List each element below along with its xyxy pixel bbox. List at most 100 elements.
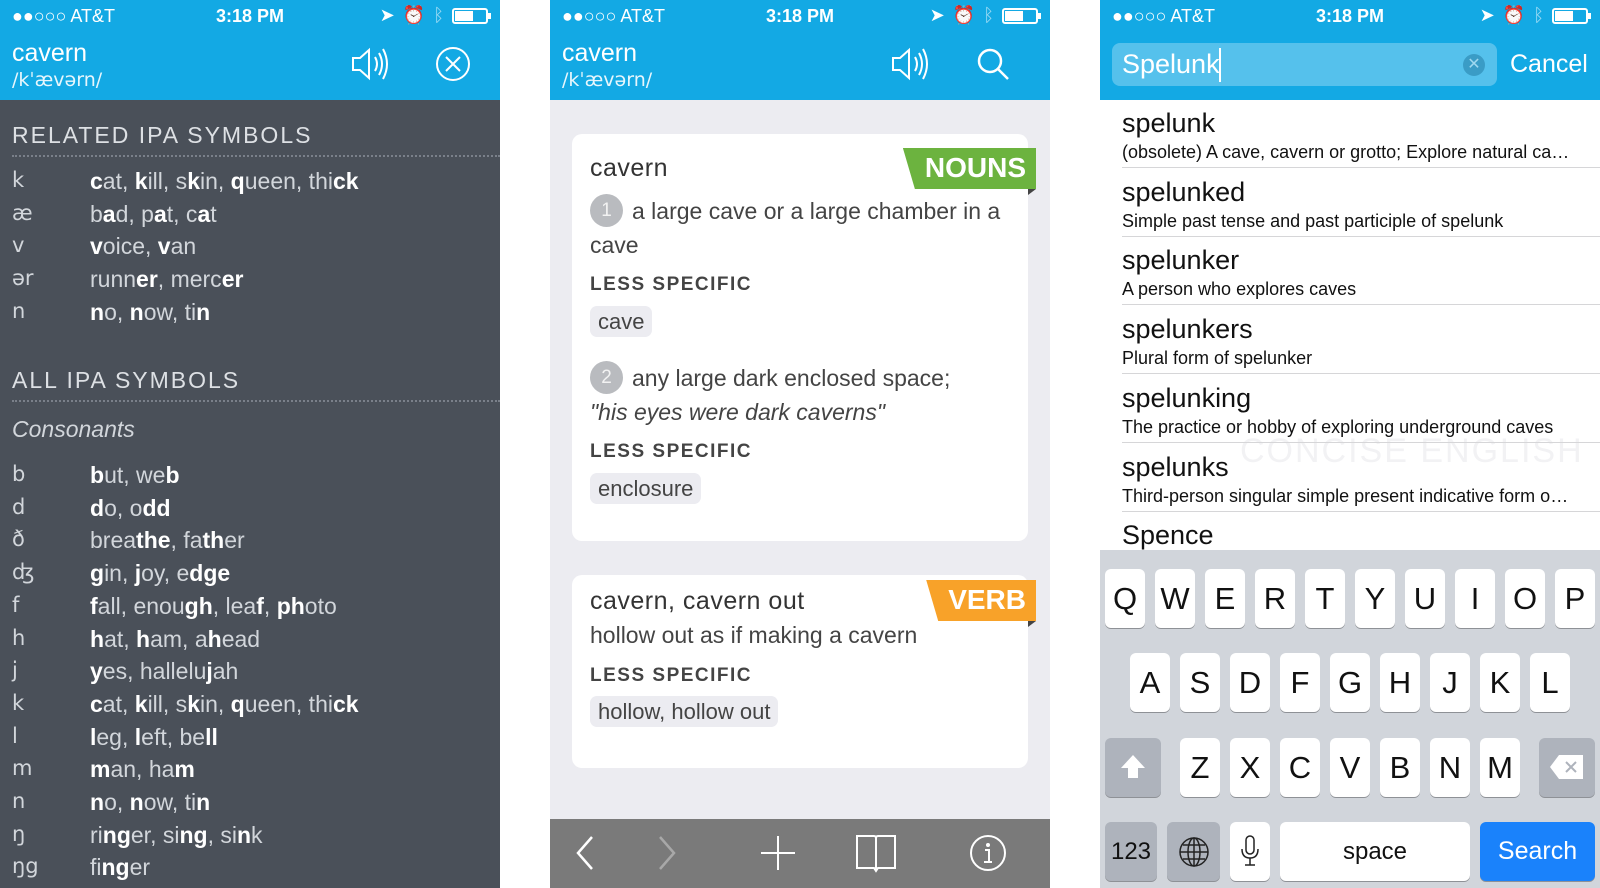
search-result[interactable]: spelunkers Plural form of spelunker bbox=[1122, 306, 1600, 375]
add-icon[interactable] bbox=[758, 833, 798, 873]
key-d[interactable]: D bbox=[1230, 653, 1270, 712]
search-result[interactable]: spelunk (obsolete) A cave, cavern or grot… bbox=[1122, 100, 1600, 168]
key-q[interactable]: Q bbox=[1105, 569, 1145, 628]
example-text: oice, bbox=[102, 233, 158, 260]
search-icon[interactable] bbox=[975, 46, 1011, 82]
key-k[interactable]: K bbox=[1480, 653, 1520, 712]
highlighted-letters: c bbox=[90, 690, 103, 717]
search-key[interactable]: Search bbox=[1480, 822, 1595, 881]
delete-key[interactable] bbox=[1539, 738, 1595, 797]
highlighted-letters: the bbox=[136, 527, 171, 554]
info-icon[interactable] bbox=[968, 833, 1008, 873]
key-n[interactable]: N bbox=[1430, 738, 1470, 797]
key-m[interactable]: M bbox=[1480, 738, 1520, 797]
battery-icon bbox=[1552, 7, 1591, 24]
pos-badge: VERB bbox=[926, 580, 1036, 621]
back-icon[interactable] bbox=[570, 833, 600, 873]
ipa-examples: breathe, father bbox=[90, 527, 245, 554]
key-r[interactable]: R bbox=[1255, 569, 1295, 628]
example-text: am, a bbox=[150, 625, 208, 652]
key-a[interactable]: A bbox=[1130, 653, 1170, 712]
key-v[interactable]: V bbox=[1330, 738, 1370, 797]
key-b[interactable]: B bbox=[1380, 738, 1420, 797]
example-text: o, bbox=[104, 298, 130, 325]
search-result[interactable]: spelunked Simple past tense and past part… bbox=[1122, 169, 1600, 237]
search-input[interactable] bbox=[1122, 47, 1452, 81]
forward-icon[interactable] bbox=[652, 833, 682, 873]
text-cursor bbox=[1219, 48, 1221, 82]
speaker-icon[interactable] bbox=[350, 46, 390, 82]
highlighted-letters: g bbox=[90, 560, 105, 587]
related-word-chip[interactable]: hollow, hollow out bbox=[590, 696, 779, 727]
cancel-button[interactable]: Cancel bbox=[1510, 50, 1588, 79]
numbers-key[interactable]: 123 bbox=[1105, 822, 1157, 881]
key-p[interactable]: P bbox=[1555, 569, 1595, 628]
key-y[interactable]: Y bbox=[1355, 569, 1395, 628]
key-o[interactable]: O bbox=[1505, 569, 1545, 628]
example-text: b bbox=[90, 200, 103, 227]
key-z[interactable]: Z bbox=[1180, 738, 1220, 797]
ipa-symbol: v bbox=[12, 233, 25, 258]
definition-text: any large dark enclosed space; bbox=[632, 365, 951, 391]
key-u[interactable]: U bbox=[1405, 569, 1445, 628]
search-result[interactable]: spelunker A person who explores caves bbox=[1122, 237, 1600, 306]
result-description: A person who explores caves bbox=[1122, 279, 1357, 300]
location-icon: ➤ bbox=[379, 5, 395, 25]
clear-icon[interactable]: ✕ bbox=[1463, 54, 1485, 76]
key-c[interactable]: C bbox=[1280, 738, 1320, 797]
example-text: eg, bbox=[96, 723, 135, 750]
key-g[interactable]: G bbox=[1330, 653, 1370, 712]
related-word-chip[interactable]: cave bbox=[590, 306, 653, 337]
highlighted-letters: a bbox=[197, 200, 211, 227]
location-icon: ➤ bbox=[1479, 5, 1495, 25]
key-i[interactable]: I bbox=[1455, 569, 1495, 628]
example-text: in, bbox=[104, 560, 135, 587]
highlighted-letters: h bbox=[90, 625, 105, 652]
ipa-symbol: ð bbox=[12, 527, 25, 552]
status-bar: ●●○○○ AT&T 3:18 PM ➤ ⏰ ᛒ bbox=[550, 0, 1050, 32]
key-e[interactable]: E bbox=[1205, 569, 1245, 628]
less-specific-label: LESS SPECIFIC bbox=[590, 274, 753, 295]
ipa-examples: cat, kill, skin, queen, thick bbox=[90, 168, 359, 195]
shift-key[interactable] bbox=[1105, 738, 1161, 797]
location-icon: ➤ bbox=[929, 5, 945, 25]
highlighted-letters: f bbox=[90, 592, 98, 619]
microphone-key[interactable] bbox=[1230, 822, 1270, 881]
search-result[interactable]: spelunks Third-person singular simple pre… bbox=[1122, 444, 1600, 512]
example-text: er bbox=[224, 527, 245, 554]
ipa-symbol: m bbox=[12, 756, 33, 781]
close-icon[interactable] bbox=[435, 46, 471, 82]
speaker-icon[interactable] bbox=[890, 46, 930, 82]
definition-1: hollow out as if making a cavern bbox=[590, 622, 918, 648]
key-x[interactable]: X bbox=[1230, 738, 1270, 797]
ipa-examples: no, now, tin bbox=[90, 299, 210, 326]
pronunciation: /kˈævərn/ bbox=[562, 69, 653, 91]
key-t[interactable]: T bbox=[1305, 569, 1345, 628]
highlighted-letters: ph bbox=[276, 592, 305, 619]
result-description: Third-person singular simple present ind… bbox=[1122, 485, 1572, 506]
book-icon[interactable] bbox=[854, 833, 898, 873]
space-key[interactable]: space bbox=[1280, 822, 1470, 881]
example-text: , merc bbox=[157, 266, 222, 293]
word-title: cavern bbox=[12, 39, 88, 67]
highlighted-letters: ng bbox=[102, 821, 131, 848]
highlighted-letters: c bbox=[90, 168, 103, 194]
highlighted-letters: n bbox=[90, 298, 105, 325]
key-f[interactable]: F bbox=[1280, 653, 1320, 712]
pos-badge: NOUNS bbox=[902, 148, 1036, 189]
definition-2: 2 any large dark enclosed space; "his eyes… bbox=[590, 361, 1010, 429]
globe-key[interactable] bbox=[1167, 822, 1220, 881]
ipa-examples: but, web bbox=[90, 462, 180, 489]
key-w[interactable]: W bbox=[1155, 569, 1195, 628]
example-text: an, ha bbox=[110, 756, 175, 783]
search-result[interactable]: spelunking The practice or hobby of explo… bbox=[1122, 375, 1600, 443]
related-word-chip[interactable]: enclosure bbox=[590, 473, 702, 504]
key-h[interactable]: H bbox=[1380, 653, 1420, 712]
key-l[interactable]: L bbox=[1530, 653, 1570, 712]
key-j[interactable]: J bbox=[1430, 653, 1470, 712]
key-s[interactable]: S bbox=[1180, 653, 1220, 712]
search-field[interactable]: ✕ bbox=[1112, 43, 1497, 86]
highlighted-letters: ll bbox=[205, 723, 218, 750]
ipa-symbol: f bbox=[12, 592, 20, 617]
ipa-examples: voice, van bbox=[90, 233, 196, 260]
